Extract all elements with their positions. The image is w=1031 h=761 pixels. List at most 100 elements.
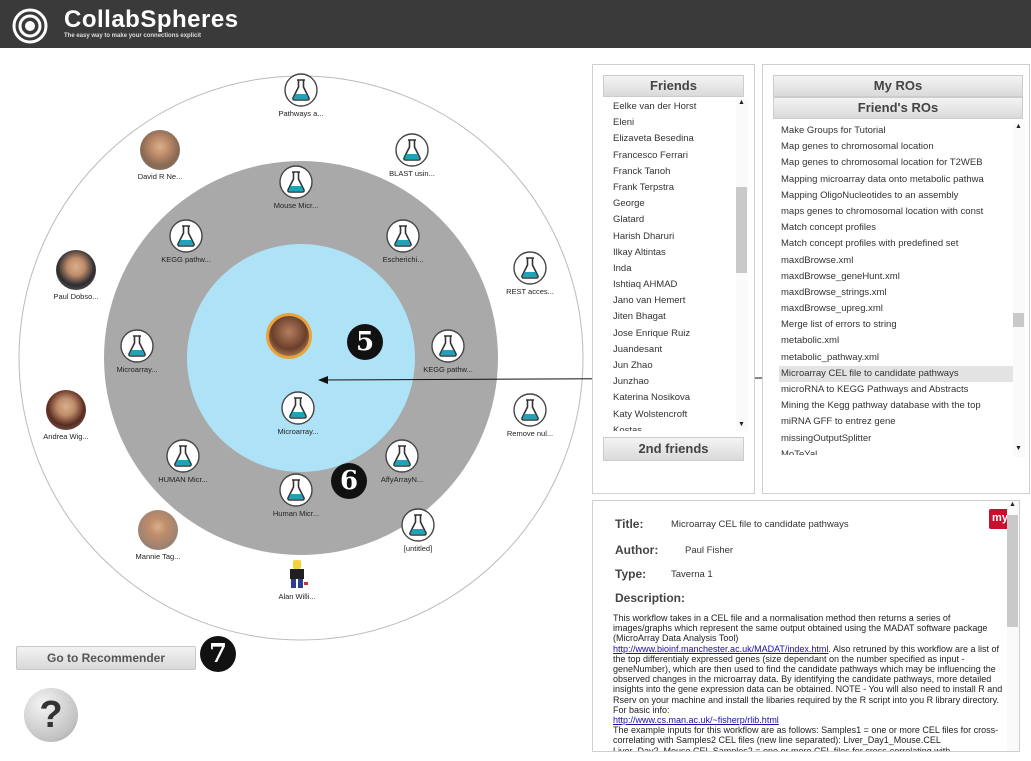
inner-ring-node[interactable]: KEGG pathw... xyxy=(403,329,493,374)
ro-list-item[interactable]: miRNA GFF to entrez gene xyxy=(779,414,1013,430)
ro-list-item[interactable]: Match concept profiles with predefined s… xyxy=(779,236,1013,252)
type-value: Taverna 1 xyxy=(671,569,713,580)
friend-list-item[interactable]: Jano van Hemert xyxy=(611,293,735,309)
outer-ring-node[interactable]: Pathways a... xyxy=(256,73,346,118)
ro-list-item[interactable]: maps genes to chromosomal location with … xyxy=(779,204,1013,220)
description-label: Description: xyxy=(615,591,686,605)
outer-ring-node[interactable]: Alan Willi... xyxy=(252,558,342,601)
friend-list-item[interactable]: George xyxy=(611,196,735,212)
ro-list-item[interactable]: missingOutputSplitter xyxy=(779,431,1013,447)
person-avatar-icon xyxy=(138,510,178,550)
ro-list-item[interactable]: Microarray CEL file to candidate pathway… xyxy=(779,365,1013,382)
inner-ring-node[interactable]: Human Micr... xyxy=(251,473,341,518)
step-5-badge: 5 xyxy=(347,324,383,360)
friends-ros-tab[interactable]: Friend's ROs xyxy=(773,97,1023,119)
friend-list-item[interactable]: Jun Zhao xyxy=(611,358,735,374)
ro-list-item[interactable]: microRNA to KEGG Pathways and Abstracts xyxy=(779,382,1013,398)
inner-ring-node[interactable]: Escherichi... xyxy=(358,219,448,264)
friend-list-item[interactable]: Katerina Nosikova xyxy=(611,390,735,406)
type-label: Type: xyxy=(615,567,647,581)
madat-link[interactable]: http://www.bioinf.manchester.ac.uk/MADAT… xyxy=(613,644,828,654)
friend-list-item[interactable]: Ilkay Altintas xyxy=(611,245,735,261)
ro-list-item[interactable]: maxdBrowse_strings.xml xyxy=(779,285,1013,301)
ro-list-item[interactable]: Map genes to chromosomal location xyxy=(779,139,1013,155)
inner-ring-node[interactable]: AffyArrayN... xyxy=(357,439,447,484)
detail-scrollbar[interactable]: ▲ xyxy=(1007,501,1019,751)
friends-scroll-thumb[interactable] xyxy=(736,187,747,273)
friend-list-item[interactable]: Elizaveta Besedina xyxy=(611,131,735,147)
scroll-up-icon[interactable]: ▲ xyxy=(1007,501,1018,508)
outer-ring-node[interactable]: BLAST usin... xyxy=(367,133,457,178)
node-label: Pathways a... xyxy=(278,109,324,118)
node-label: Paul Dobso... xyxy=(53,292,99,301)
friend-list-item[interactable]: Frank Terpstra xyxy=(611,180,735,196)
ro-list-item[interactable]: Match concept profiles xyxy=(779,220,1013,236)
friends-scrollbar[interactable]: ▲ ▼ xyxy=(736,99,748,431)
ro-list-item[interactable]: maxdBrowse_geneHunt.xml xyxy=(779,269,1013,285)
friend-list-item[interactable]: Katy Wolstencroft xyxy=(611,407,735,423)
step-7-badge: 7 xyxy=(200,636,236,672)
node-label: Andrea Wig... xyxy=(43,432,89,441)
center-node[interactable]: Microarray... xyxy=(253,391,343,436)
outer-ring-node[interactable]: Paul Dobso... xyxy=(31,250,121,301)
ros-scroll-thumb[interactable] xyxy=(1013,313,1024,327)
node-label: HUMAN Micr... xyxy=(158,475,208,484)
scroll-up-icon[interactable]: ▲ xyxy=(736,99,747,106)
friend-list-item[interactable]: Francesco Ferrari xyxy=(611,148,735,164)
outer-ring-node[interactable]: [untitled] xyxy=(373,508,463,553)
friend-list-item[interactable]: Jiten Bhagat xyxy=(611,309,735,325)
second-friends-button[interactable]: 2nd friends xyxy=(603,437,744,461)
ro-list-item[interactable]: Mining the Kegg pathway database with th… xyxy=(779,398,1013,414)
ros-scrollbar[interactable]: ▲ ▼ xyxy=(1013,123,1025,457)
node-label: Human Micr... xyxy=(272,509,320,518)
outer-ring-node[interactable]: REST acces... xyxy=(485,251,575,296)
friend-list-item[interactable]: Junzhao xyxy=(611,374,735,390)
outer-ring-node[interactable]: David R Ne... xyxy=(115,130,205,181)
workflow-flask-icon xyxy=(385,439,419,473)
scroll-down-icon[interactable]: ▼ xyxy=(1013,445,1024,452)
friend-list-item[interactable]: Glatard xyxy=(611,212,735,228)
friend-list-item[interactable]: Inda xyxy=(611,261,735,277)
description-part-3: The example inputs for this workflow are… xyxy=(613,725,999,752)
inner-ring-node[interactable]: KEGG pathw... xyxy=(141,219,231,264)
friend-list-item[interactable]: Eleni xyxy=(611,115,735,131)
outer-ring-node[interactable]: Remove nul... xyxy=(485,393,575,438)
outer-ring-node[interactable]: Mannie Tag... xyxy=(113,510,203,561)
help-button[interactable]: ? xyxy=(24,688,78,742)
ro-list-item[interactable]: metabolic_pathway.xml xyxy=(779,350,1013,366)
inner-ring-node[interactable]: Microarray... xyxy=(92,329,182,374)
center-user-avatar[interactable] xyxy=(266,313,312,359)
friend-list-item[interactable]: Eelke van der Horst xyxy=(611,99,735,115)
title-label: Title: xyxy=(615,517,644,531)
my-ros-tab[interactable]: My ROs xyxy=(773,75,1023,97)
ro-list-item[interactable]: maxdBrowse.xml xyxy=(779,253,1013,269)
ro-list-item[interactable]: Mapping OligoNucleotides to an assembly xyxy=(779,188,1013,204)
ro-list-item[interactable]: maxdBrowse_upreg.xml xyxy=(779,301,1013,317)
rlib-link[interactable]: http://www.cs.man.ac.uk/~fisherp/rlib.ht… xyxy=(613,715,779,725)
friend-list-item[interactable]: Ishtiaq AHMAD xyxy=(611,277,735,293)
node-label: Mouse Micr... xyxy=(273,201,319,210)
inner-ring-node[interactable]: Mouse Micr... xyxy=(251,165,341,210)
ros-list[interactable]: Make Groups for Tutorial Map genes to chr… xyxy=(779,123,1013,455)
scroll-down-icon[interactable]: ▼ xyxy=(736,421,747,428)
ro-list-item[interactable]: MoTeYal xyxy=(779,447,1013,455)
ro-list-item[interactable]: Merge list of errors to string xyxy=(779,317,1013,333)
friend-list-item[interactable]: Juandesant xyxy=(611,342,735,358)
node-label: Mannie Tag... xyxy=(135,552,181,561)
scroll-up-icon[interactable]: ▲ xyxy=(1013,123,1024,130)
detail-scroll-thumb[interactable] xyxy=(1007,515,1018,627)
friend-list-item[interactable]: Kostas xyxy=(611,423,735,431)
author-label: Author: xyxy=(615,543,659,557)
go-to-recommender-button[interactable]: Go to Recommender xyxy=(16,646,196,670)
friends-list[interactable]: Eelke van der Horst Eleni Elizaveta Besedi… xyxy=(611,99,735,431)
ro-list-item[interactable]: Mapping microarray data onto metabolic p… xyxy=(779,172,1013,188)
ro-list-item[interactable]: Make Groups for Tutorial xyxy=(779,123,1013,139)
inner-ring-node[interactable]: HUMAN Micr... xyxy=(138,439,228,484)
friend-list-item[interactable]: Franck Tanoh xyxy=(611,164,735,180)
outer-ring-node[interactable]: Andrea Wig... xyxy=(21,390,111,441)
ro-list-item[interactable]: metabolic.xml xyxy=(779,333,1013,349)
friend-list-item[interactable]: Harish Dharuri xyxy=(611,229,735,245)
ro-list-item[interactable]: Map genes to chromosomal location for T2… xyxy=(779,155,1013,171)
friend-list-item[interactable]: Jose Enrique Ruiz xyxy=(611,326,735,342)
node-label: Microarray... xyxy=(116,365,158,374)
